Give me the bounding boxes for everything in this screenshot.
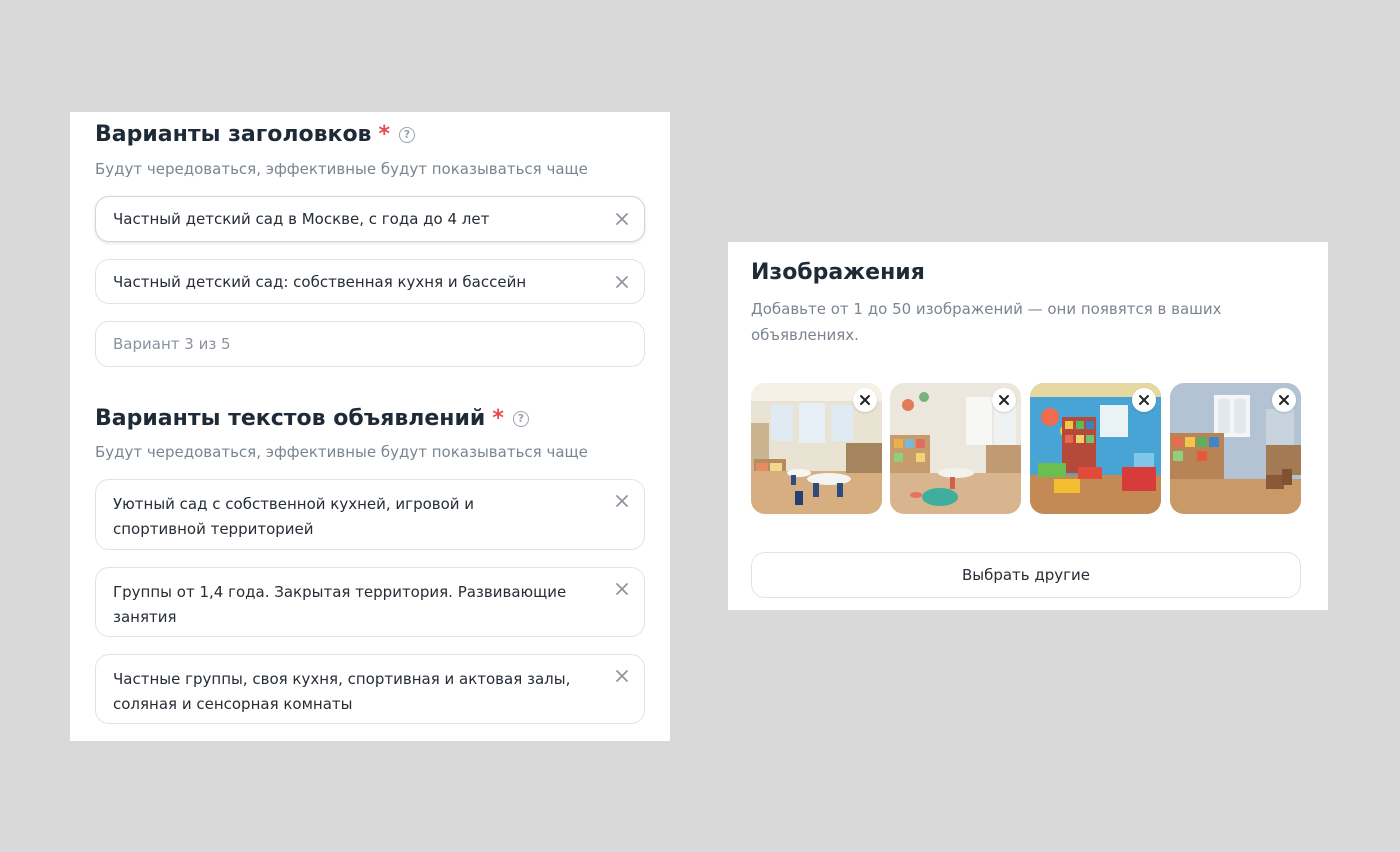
question-circle-icon[interactable]: ? [399,126,415,143]
close-icon[interactable] [614,493,630,509]
choose-other-images-button[interactable]: Выбрать другие [751,552,1301,598]
image-thumbnail-3[interactable] [1030,383,1161,514]
remove-image-button[interactable] [853,388,877,412]
images-panel: Изображения Добавьте от 1 до 50 изображе… [728,242,1328,610]
headline-field-2[interactable]: Частный детский сад: собственная кухня и… [95,259,645,304]
headline-field-1[interactable]: Частный детский сад в Москве, с года до … [95,196,645,242]
headline-field-3-placeholder: Вариант 3 из 5 [113,335,231,353]
text-field-1[interactable]: Уютный сад с собственной кухней, игровой… [95,479,645,550]
text-field-1-line2: спортивной территорией [113,520,314,538]
headline-field-3[interactable]: Вариант 3 из 5 [95,321,645,367]
text-field-3[interactable]: Частные группы, своя кухня, спортивная и… [95,654,645,724]
image-thumbnail-4[interactable] [1170,383,1301,514]
question-circle-icon[interactable]: ? [512,410,529,427]
remove-image-button[interactable] [1272,388,1296,412]
headlines-title: Варианты заголовков * ? [95,122,415,147]
close-icon[interactable] [614,211,630,227]
headline-field-1-value: Частный детский сад в Москве, с года до … [113,210,490,228]
close-icon[interactable] [614,274,630,290]
texts-title-text: Варианты текстов объявлений [95,406,486,431]
text-field-3-line2: соляная и сенсорная комнаты [113,695,353,713]
headline-field-2-value: Частный детский сад: собственная кухня и… [113,272,527,291]
remove-image-button[interactable] [1132,388,1156,412]
images-hint-line2: объявлениях. [751,326,859,344]
image-thumbnail-1[interactable] [751,383,882,514]
text-field-2-line2: занятия [113,608,177,626]
headlines-title-text: Варианты заголовков [95,122,372,147]
ad-texts-panel: Варианты заголовков * ? Будут чередовать… [70,112,670,741]
remove-image-button[interactable] [992,388,1016,412]
texts-hint: Будут чередоваться, эффективные будут по… [95,443,588,461]
text-field-1-line1: Уютный сад с собственной кухней, игровой… [113,495,475,513]
headlines-hint: Будут чередоваться, эффективные будут по… [95,160,588,178]
close-icon[interactable] [614,581,630,597]
images-hint: Добавьте от 1 до 50 изображений — они по… [751,296,1251,348]
image-thumbnail-2[interactable] [890,383,1021,514]
close-icon [1279,395,1289,405]
images-hint-line1: Добавьте от 1 до 50 изображений — они по… [751,300,1222,318]
close-icon[interactable] [614,668,630,684]
texts-title: Варианты текстов объявлений * ? [95,406,529,431]
close-icon [999,395,1009,405]
required-mark: * [378,122,390,147]
close-icon [1139,395,1149,405]
text-field-2-line1: Группы от 1,4 года. Закрытая территория.… [113,583,567,601]
required-mark: * [492,406,504,431]
text-field-2[interactable]: Группы от 1,4 года. Закрытая территория.… [95,567,645,637]
images-title: Изображения [751,260,925,285]
text-field-3-line1: Частные группы, своя кухня, спортивная и… [113,670,571,688]
close-icon [860,395,870,405]
